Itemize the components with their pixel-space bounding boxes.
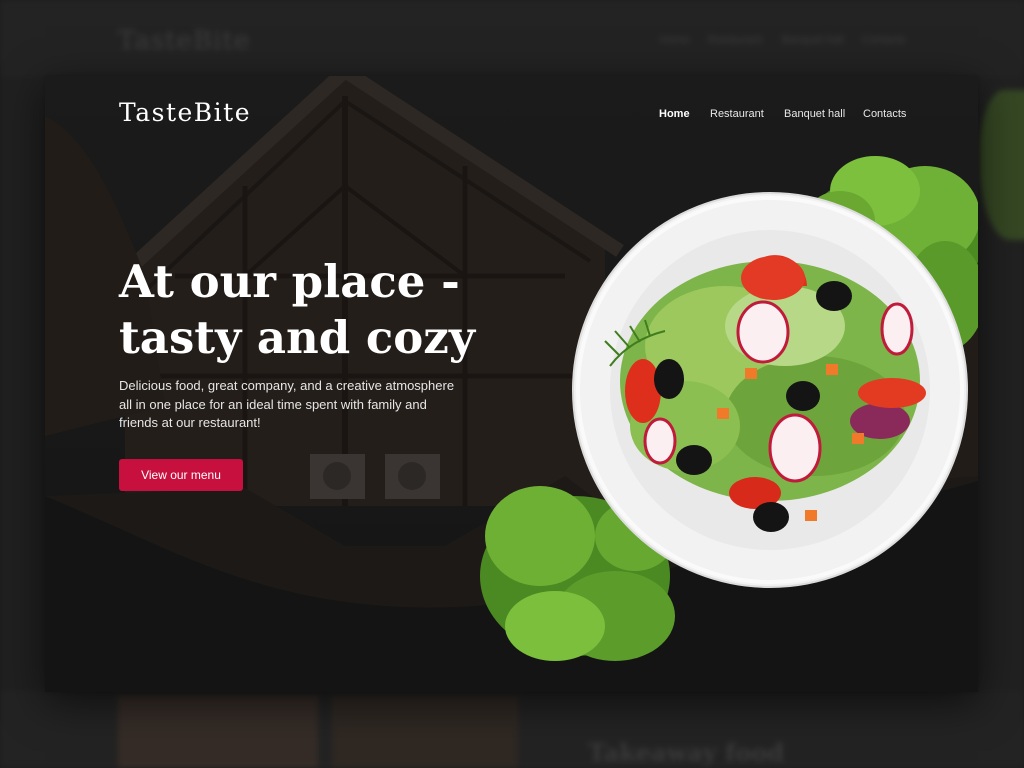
background-logo: TasteBite	[118, 26, 251, 56]
background-food-thumb	[332, 696, 518, 768]
nav-restaurant[interactable]: Restaurant	[710, 108, 764, 120]
hero-title-line: At our place -	[119, 255, 460, 308]
background-food-thumb	[118, 696, 318, 768]
hero-card: TasteBite Home Restaurant Banquet hall C…	[45, 76, 978, 692]
hero-description: Delicious food, great company, and a cre…	[119, 378, 455, 430]
background-section-heading: Takeaway food	[588, 738, 785, 767]
background-nav-contacts: Contacts	[862, 34, 906, 46]
background-nav-restaurant: Restaurant	[708, 34, 762, 46]
nav-banquet-hall[interactable]: Banquet hall	[784, 108, 845, 120]
salad-plate-image	[480, 156, 978, 661]
site-logo[interactable]: TasteBite	[119, 98, 251, 127]
background-nav-banquet: Banquet hall	[782, 34, 844, 46]
nav-contacts[interactable]: Contacts	[863, 108, 906, 120]
hero-title-line: tasty and cozy	[119, 311, 476, 364]
nav-home[interactable]: Home	[659, 108, 690, 120]
hero-title: At our place - tasty and cozy	[119, 254, 499, 366]
background-nav-home: Home	[660, 34, 690, 46]
view-menu-button[interactable]: View our menu	[119, 459, 243, 491]
background-left-strip	[0, 76, 45, 692]
